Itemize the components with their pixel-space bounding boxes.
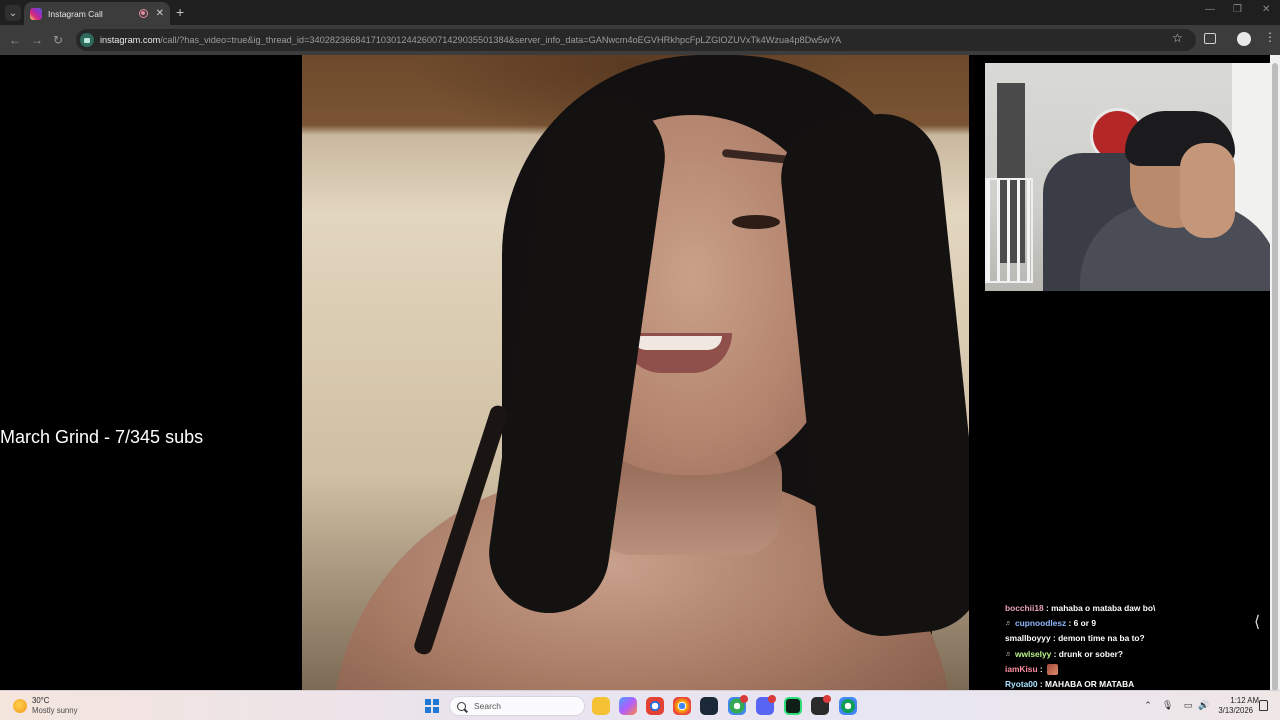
chat-text: : mahaba o mataba daw bo\: [1043, 603, 1156, 613]
weather-sun-icon[interactable]: [13, 699, 27, 713]
tab-title: Instagram Call: [48, 8, 103, 19]
chat-message: ♬ wwlselyy : drunk or sober?: [1005, 647, 1255, 662]
star-icon[interactable]: ☆: [1172, 31, 1183, 45]
remote-video-teeth: [632, 336, 722, 350]
profile-icon[interactable]: [1237, 32, 1251, 46]
search-icon: [457, 701, 466, 711]
file-explorer-icon[interactable]: [592, 697, 610, 715]
chat-username[interactable]: bocchii18: [1005, 601, 1044, 616]
minimize-icon[interactable]: —: [1205, 4, 1215, 15]
plus-icon[interactable]: +: [176, 5, 184, 19]
tab-instagram-call[interactable]: Instagram Call ✕: [24, 2, 170, 25]
back-icon[interactable]: ←: [9, 33, 21, 47]
microphone-icon[interactable]: 🎙: [1162, 700, 1173, 710]
weather-description[interactable]: Mostly sunny: [32, 706, 78, 715]
network-icon[interactable]: ▭: [1183, 700, 1193, 710]
notification-badge: [823, 695, 831, 703]
clock-date[interactable]: 3/13/2026: [1213, 706, 1253, 715]
scrollbar-thumb[interactable]: [1272, 63, 1278, 691]
live-chat: bocchii18 : mahaba o mataba daw bo\ ♬ cupn…: [1005, 601, 1255, 692]
chat-username[interactable]: wwlselyy: [1015, 647, 1051, 662]
stream-app-icon[interactable]: [784, 697, 802, 715]
url-host: instagram.com: [100, 35, 161, 45]
chat-username[interactable]: iamKisu: [1005, 662, 1038, 677]
browser-toolbar: ← → ↻ instagram.com /call/?has_video=tru…: [0, 25, 1280, 55]
forward-icon[interactable]: →: [31, 33, 43, 47]
chat-text: : drunk or sober?: [1051, 648, 1123, 659]
chrome-profile-icon[interactable]: [646, 697, 664, 715]
url-path: /call/?has_video=true&ig_thread_id=34028…: [160, 35, 842, 45]
chat-username[interactable]: cupnoodlesz: [1015, 616, 1066, 631]
address-bar[interactable]: instagram.com /call/?has_video=true&ig_t…: [76, 29, 1196, 51]
tray-overflow-icon[interactable]: ⌃: [1143, 700, 1153, 710]
clock-time[interactable]: 1:12 AM: [1219, 696, 1259, 705]
weather-temperature[interactable]: 30°C: [32, 696, 49, 705]
search-label: Search: [474, 701, 501, 711]
chat-emote-icon: [1047, 663, 1059, 675]
close-icon[interactable]: ✕: [156, 8, 164, 19]
chat-text: : demon time na ba to?: [1050, 633, 1145, 644]
taskbar: 30°C Mostly sunny Search ⌃ 🎙 ▭ 🔊 1:12 AM…: [0, 690, 1280, 720]
menu-icon[interactable]: ⋮: [1264, 30, 1276, 44]
self-video-hand: [1180, 143, 1235, 238]
chat-message: smallboyyy : demon time na ba to?: [1005, 631, 1255, 646]
recording-icon: [138, 9, 148, 18]
tab-strip: ⌄ Instagram Call ✕ + — ❐ ✕: [0, 0, 1280, 25]
stream-overlay-text: March Grind - 7/345 subs: [0, 427, 204, 447]
extensions-icon[interactable]: [1204, 33, 1216, 44]
chat-username[interactable]: smallboyyy: [1005, 631, 1051, 646]
chat-message: ♬ cupnoodlesz : 6 or 9: [1005, 616, 1255, 631]
instagram-favicon: [30, 7, 42, 20]
copilot-icon[interactable]: [619, 697, 637, 715]
call-page: March Grind - 7/345 subs bocchii18 : mah…: [0, 55, 1280, 692]
chat-badge-icon: ♬: [1005, 650, 1012, 658]
chat-text: :: [1037, 663, 1046, 674]
chat-badge-icon: ♬: [1005, 620, 1012, 628]
windows-start-icon[interactable]: [425, 699, 439, 713]
taskbar-search[interactable]: Search: [449, 696, 585, 716]
volume-icon[interactable]: 🔊: [1198, 700, 1209, 710]
notification-bell-icon[interactable]: [1259, 700, 1268, 711]
remote-video-eye: [732, 215, 780, 229]
chat-text: : 6 or 9: [1066, 618, 1096, 629]
steam-icon[interactable]: [700, 697, 718, 715]
self-video-feed: [985, 63, 1280, 291]
scrollbar[interactable]: [1270, 55, 1280, 691]
remote-video-feed: [302, 55, 969, 690]
site-info-icon[interactable]: [80, 33, 94, 47]
chat-message: bocchii18 : mahaba o mataba daw bo\: [1005, 601, 1255, 616]
self-video-gate: [985, 178, 1033, 283]
chrome-icon[interactable]: [673, 697, 691, 715]
notification-badge: [768, 695, 776, 703]
restore-icon[interactable]: ❐: [1233, 4, 1242, 15]
chat-collapse-icon[interactable]: ⟨: [1254, 612, 1260, 632]
tab-search-icon[interactable]: ⌄: [5, 5, 21, 21]
chrome-profile2-icon[interactable]: [839, 697, 857, 715]
reload-icon[interactable]: ↻: [53, 33, 63, 47]
chat-message: iamKisu :: [1005, 662, 1255, 677]
window-close-icon[interactable]: ✕: [1262, 4, 1270, 15]
notification-badge: [740, 695, 748, 703]
